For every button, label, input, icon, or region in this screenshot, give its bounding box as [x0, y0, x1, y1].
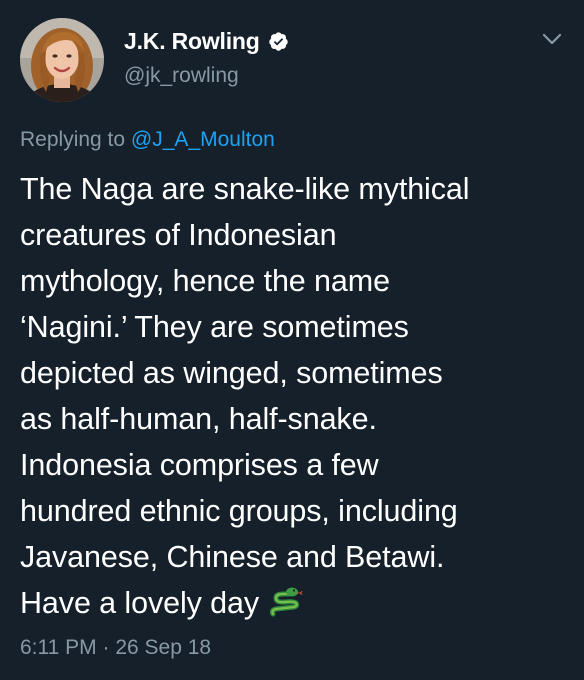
tweet-text-line: depicted as winged, sometimes — [20, 356, 443, 390]
avatar[interactable] — [20, 18, 104, 102]
reply-mention-link[interactable]: @J_A_Moulton — [131, 128, 275, 151]
verified-badge-icon — [268, 32, 288, 51]
tweet-timestamp[interactable]: 6:11 PM · 26 Sep 18 — [20, 636, 211, 660]
avatar-image — [20, 18, 104, 102]
tweet-date: 26 Sep 18 — [115, 636, 212, 659]
tweet-text-line: mythology, hence the name — [20, 264, 390, 298]
tweet-text-line: ‘Nagini.’ They are sometimes — [20, 310, 409, 344]
tweet-text-line: creatures of Indonesian — [20, 218, 337, 252]
tweet-text-line: Indonesia comprises a few — [20, 448, 379, 482]
author-name[interactable]: J.K. Rowling — [124, 28, 260, 55]
tweet-text-line: Javanese, Chinese and Betawi. — [20, 540, 445, 574]
tweet-card: J.K. Rowling @jk_rowling Replying to @J_… — [0, 0, 584, 680]
author-handle[interactable]: @jk_rowling — [124, 64, 239, 88]
tweet-text-last-line: Have a lovely day — [20, 580, 570, 626]
tweet-text-line: Have a lovely day — [20, 586, 260, 620]
replying-to: Replying to @J_A_Moulton — [20, 128, 275, 152]
tweet-time: 6:11 PM — [20, 636, 97, 659]
tweet-text-line: The Naga are snake-like mythical — [20, 172, 470, 206]
tweet-text-line: as half-human, half-snake. — [20, 402, 377, 436]
tweet-text-line: hundred ethnic groups, including — [20, 494, 458, 528]
tweet-text: The Naga are snake-like mythical creatur… — [20, 166, 570, 626]
snake-emoji-icon — [269, 587, 303, 617]
chevron-down-icon[interactable] — [542, 32, 562, 46]
timestamp-separator: · — [96, 636, 116, 659]
replying-to-label: Replying to — [20, 128, 131, 151]
author-name-row: J.K. Rowling — [124, 28, 289, 55]
